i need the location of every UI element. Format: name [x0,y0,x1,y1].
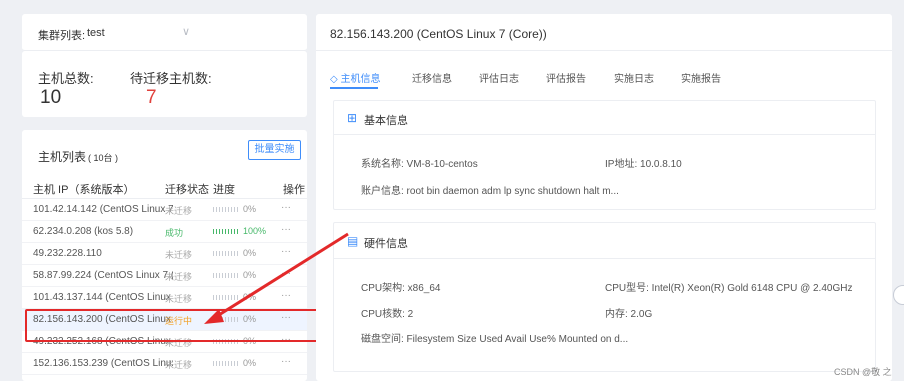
col-host-ip: 主机 IP（系统版本） [33,184,135,196]
status-badge: 未迁移 [165,272,193,282]
more-actions-icon[interactable]: ··· [281,268,291,279]
host-table-header: 主机 IP（系统版本） 迁移状态 进度 操作 [22,174,307,199]
disk-space: 磁盘空间: Filesystem Size Used Avail Use% Mo… [361,334,629,345]
host-stats-panel: 主机总数: 10 待迁移主机数: 7 [22,51,307,117]
batch-implement-button[interactable]: 批量实施 [248,140,301,160]
status-badge: 未迁移 [165,294,193,304]
pending-hosts-value: 7 [146,87,157,108]
expand-handle[interactable] [893,285,904,305]
cpu-cores: CPU核数: 2 [361,309,414,320]
progress-bar [213,251,239,256]
status-badge: 未迁移 [165,250,193,260]
memory: 内存: 2.0G [605,309,653,320]
host-ip-cell[interactable]: 49.232.228.110 [33,248,173,259]
cpu-architecture: CPU架构: x86_64 [361,283,441,294]
host-detail-title: 82.156.143.200 (CentOS Linux 7 (Core)) [330,27,547,41]
host-ip-cell[interactable]: 62.234.0.208 (kos 5.8) [33,226,173,237]
progress-value: 0% [243,204,257,214]
more-actions-icon[interactable]: ··· [281,290,291,301]
table-row[interactable]: 58.87.99.224 (CentOS Linux 7 (Co...未迁移 0%… [22,265,307,287]
col-actions: 操作 [283,184,305,196]
system-name: 系统名称: VM-8-10-centos [361,159,478,170]
table-row[interactable]: 62.234.0.208 (kos 5.8) 成功 100% ··· [22,221,307,243]
total-hosts-value: 10 [40,87,62,108]
more-actions-icon[interactable]: ··· [281,356,291,367]
cluster-label: 集群列表: [38,30,86,42]
table-row[interactable]: 49.232.228.110 未迁移 0% ··· [22,243,307,265]
cluster-value[interactable]: test [87,27,105,39]
hardware-info-section: ▤ 硬件信息 CPU架构: x86_64 CPU型号: Intel(R) Xeo… [333,222,876,372]
grid-icon: ⊞ [347,111,358,125]
more-actions-icon[interactable]: ··· [281,202,291,213]
tab-assessment-log[interactable]: 评估日志 [479,70,519,85]
ip-address: IP地址: 10.0.8.10 [605,159,682,170]
chevron-down-icon[interactable]: ∨ [182,25,190,38]
active-tab-indicator [330,87,378,89]
progress-bar [213,273,239,278]
tab-implementation-report[interactable]: 实施报告 [681,70,721,85]
cpu-model: CPU型号: Intel(R) Xeon(R) Gold 6148 CPU @ … [605,283,853,294]
diamond-icon: ◇ [330,74,338,85]
section-divider [334,258,875,259]
host-list-title-text: 主机列表 [38,150,87,164]
tab-host-info-label: 主机信息 [340,74,381,85]
col-progress: 进度 [213,184,235,196]
section-divider [334,134,875,135]
table-row[interactable]: 101.42.14.142 (CentOS Linux 7 (C...未迁移 0%… [22,199,307,221]
status-badge: 未迁移 [165,206,193,216]
pending-hosts-label: 待迁移主机数: [130,71,212,86]
table-row[interactable]: 101.43.137.144 (CentOS Linux 7 (...未迁移 0%… [22,287,307,309]
progress-bar [213,295,239,300]
watermark: CSDN @敬 之 [834,367,892,377]
cluster-selector[interactable]: 集群列表: test ∨ [22,14,307,51]
progress-value: 0% [243,270,257,280]
host-list-title: 主机列表( 10台 ) [38,148,118,165]
progress-bar [213,207,239,212]
tab-implementation-log[interactable]: 实施日志 [614,70,654,85]
host-list-count: ( 10台 ) [88,153,119,163]
document-icon: ▤ [347,234,359,248]
tab-assessment-report[interactable]: 评估报告 [546,70,586,85]
total-hosts-label: 主机总数: [38,71,94,86]
progress-bar [213,229,239,234]
progress-value: 100% [243,226,267,236]
progress-value: 0% [243,358,257,368]
basic-info-section: ⊞ 基本信息 系统名称: VM-8-10-centos IP地址: 10.0.8… [333,100,876,210]
host-ip-cell[interactable]: 152.136.153.239 (CentOS Linux 7 ... [33,358,173,369]
basic-info-title: 基本信息 [364,115,408,127]
tab-host-info[interactable]: ◇ 主机信息 [330,70,380,85]
table-row[interactable]: 152.136.153.239 (CentOS Linux 7 ...未迁移 0%… [22,353,307,375]
host-detail-panel: 82.156.143.200 (CentOS Linux 7 (Core)) ◇… [316,14,892,381]
progress-value: 0% [243,248,257,258]
host-ip-cell[interactable]: 58.87.99.224 (CentOS Linux 7 (Co... [33,270,173,281]
more-actions-icon[interactable]: ··· [281,246,291,257]
col-migration-status: 迁移状态 [165,184,209,196]
progress-value: 0% [243,292,257,302]
account-info: 账户信息: root bin daemon adm lp sync shutdo… [361,186,619,197]
title-divider [316,50,892,51]
progress-bar [213,361,239,366]
hardware-info-title: 硬件信息 [364,238,408,250]
annotation-highlight-box [25,309,318,342]
host-ip-cell[interactable]: 101.43.137.144 (CentOS Linux 7 (... [33,292,173,303]
status-badge: 成功 [165,228,184,238]
status-badge: 未迁移 [165,360,193,370]
host-ip-cell[interactable]: 101.42.14.142 (CentOS Linux 7 (C... [33,204,173,215]
host-list-panel: 主机列表( 10台 ) 批量实施 主机 IP（系统版本） 迁移状态 进度 操作 … [22,130,307,381]
more-actions-icon[interactable]: ··· [281,224,291,235]
tab-migration-info[interactable]: 迁移信息 [412,70,452,85]
